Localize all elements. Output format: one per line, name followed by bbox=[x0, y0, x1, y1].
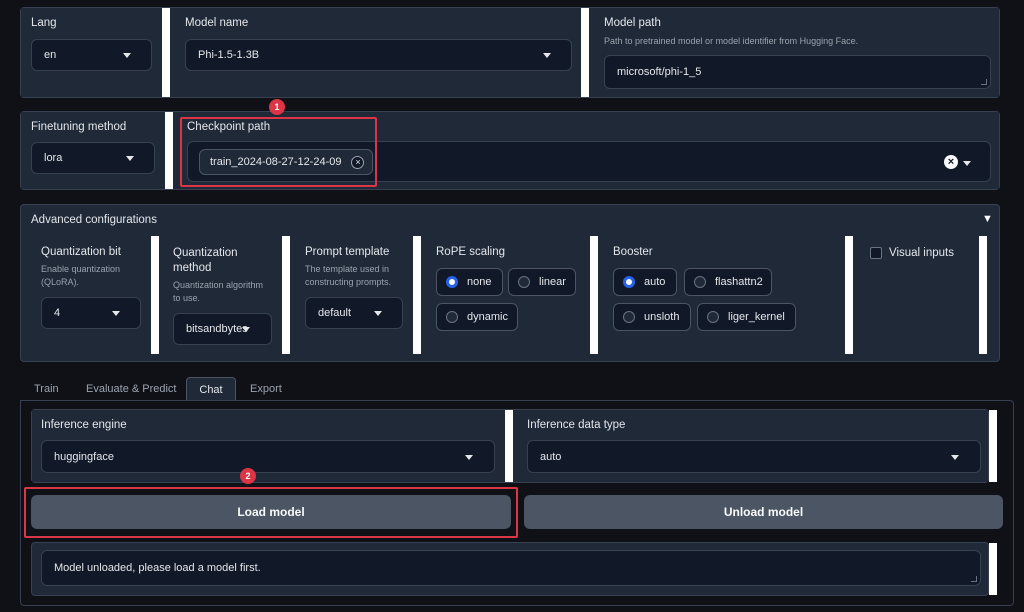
info-text: Model unloaded, please load a model firs… bbox=[54, 562, 261, 574]
engine-label: Inference engine bbox=[41, 419, 127, 431]
column-divider bbox=[282, 236, 290, 354]
column-divider bbox=[413, 236, 421, 354]
annotation-box-load bbox=[24, 487, 518, 538]
quant-bit-label: Quantization bit bbox=[41, 246, 121, 258]
booster-option-label: flashattn2 bbox=[715, 276, 763, 288]
radio-unselected-icon bbox=[518, 276, 530, 288]
model-name-value: Phi-1.5-1.3B bbox=[198, 49, 260, 61]
column-divider bbox=[845, 236, 853, 354]
column-divider bbox=[590, 236, 598, 354]
dtype-value: auto bbox=[540, 450, 562, 463]
visual-inputs-label: Visual inputs bbox=[889, 247, 954, 259]
chevron-down-icon bbox=[374, 311, 382, 316]
model-path-label: Model path bbox=[604, 17, 661, 29]
column-divider bbox=[151, 236, 159, 354]
clear-icon[interactable]: × bbox=[944, 155, 958, 169]
tab-train[interactable]: Train bbox=[34, 377, 59, 401]
column-divider bbox=[505, 410, 513, 482]
lang-label: Lang bbox=[31, 17, 57, 29]
radio-unselected-icon bbox=[623, 311, 635, 323]
column-divider bbox=[989, 543, 997, 595]
radio-selected-icon bbox=[446, 276, 458, 288]
booster-option-label: auto bbox=[644, 276, 666, 288]
booster-option-unsloth[interactable]: unsloth bbox=[613, 303, 691, 331]
unload-model-button[interactable]: Unload model bbox=[524, 495, 1003, 529]
chevron-down-icon bbox=[465, 455, 473, 460]
prompt-template-info-line: The template used in bbox=[305, 264, 390, 274]
lang-dropdown[interactable]: en bbox=[31, 39, 152, 71]
resize-handle-icon[interactable] bbox=[981, 79, 987, 85]
column-divider bbox=[989, 410, 997, 482]
finetune-method-dropdown[interactable]: lora bbox=[31, 142, 155, 174]
tab-chat[interactable]: Chat bbox=[186, 377, 236, 401]
quant-method-info: Quantization algorithm to use. bbox=[173, 279, 263, 305]
quant-bit-info: Enable quantization (QLoRA). bbox=[41, 264, 121, 287]
prompt-template-value: default bbox=[318, 307, 352, 319]
rope-label: RoPE scaling bbox=[436, 246, 506, 258]
quant-method-label-line: Quantization bbox=[173, 247, 238, 259]
booster-option-liger-kernel[interactable]: liger_kernel bbox=[697, 303, 796, 331]
quant-method-value: bitsandbytes bbox=[186, 323, 248, 335]
quant-method-info-line: Quantization algorithm bbox=[173, 280, 264, 290]
quant-method-label: Quantization method bbox=[173, 246, 238, 276]
model-path-info: Path to pretrained model or model identi… bbox=[604, 36, 859, 46]
booster-option-label: unsloth bbox=[644, 311, 680, 323]
chevron-down-icon bbox=[963, 161, 971, 166]
resize-handle-icon[interactable] bbox=[971, 576, 977, 582]
tab-evaluate-predict[interactable]: Evaluate & Predict bbox=[86, 377, 177, 401]
booster-label: Booster bbox=[613, 246, 653, 258]
info-output[interactable]: Model unloaded, please load a model firs… bbox=[41, 550, 981, 586]
rope-option-none[interactable]: none bbox=[436, 268, 503, 296]
booster-option-label: liger_kernel bbox=[728, 311, 785, 323]
rope-option-label: linear bbox=[539, 276, 566, 288]
quant-method-dropdown[interactable]: bitsandbytes bbox=[173, 313, 272, 345]
chevron-down-icon bbox=[112, 311, 120, 316]
engine-value: huggingface bbox=[54, 450, 114, 463]
dtype-label: Inference data type bbox=[527, 419, 626, 431]
column-divider bbox=[581, 8, 589, 97]
chevron-down-icon bbox=[123, 53, 131, 58]
finetune-method-value: lora bbox=[44, 152, 63, 164]
rope-option-linear[interactable]: linear bbox=[508, 268, 576, 296]
rope-option-label: dynamic bbox=[467, 311, 508, 323]
engine-dropdown[interactable]: huggingface bbox=[41, 440, 495, 473]
prompt-template-dropdown[interactable]: default bbox=[305, 297, 403, 329]
prompt-template-info-line: constructing prompts. bbox=[305, 277, 392, 287]
rope-option-dynamic[interactable]: dynamic bbox=[436, 303, 518, 331]
finetune-method-label: Finetuning method bbox=[31, 121, 127, 133]
dtype-dropdown[interactable]: auto bbox=[527, 440, 981, 473]
quant-method-info-line: to use. bbox=[173, 293, 201, 303]
advanced-title: Advanced configurations bbox=[31, 214, 157, 226]
collapse-toggle-icon[interactable]: ▼ bbox=[982, 213, 993, 225]
annotation-marker: 2 bbox=[240, 468, 256, 484]
radio-unselected-icon bbox=[694, 276, 706, 288]
chevron-down-icon bbox=[242, 327, 250, 332]
model-name-label: Model name bbox=[185, 17, 249, 29]
tab-export[interactable]: Export bbox=[250, 377, 282, 401]
quant-method-label-line: method bbox=[173, 262, 212, 274]
model-path-value: microsoft/phi-1_5 bbox=[617, 66, 702, 78]
model-name-dropdown[interactable]: Phi-1.5-1.3B bbox=[185, 39, 572, 71]
column-divider bbox=[979, 236, 987, 354]
radio-unselected-icon bbox=[446, 311, 458, 323]
column-divider bbox=[162, 8, 170, 97]
rope-option-label: none bbox=[467, 276, 492, 288]
visual-inputs-checkbox[interactable] bbox=[870, 247, 882, 259]
model-path-input[interactable]: microsoft/phi-1_5 bbox=[604, 55, 991, 89]
chevron-down-icon bbox=[543, 53, 551, 58]
prompt-template-label: Prompt template bbox=[305, 246, 390, 258]
radio-unselected-icon bbox=[707, 311, 719, 323]
booster-option-auto[interactable]: auto bbox=[613, 268, 677, 296]
quant-bit-value: 4 bbox=[54, 307, 61, 319]
radio-selected-icon bbox=[623, 276, 635, 288]
chevron-down-icon bbox=[951, 455, 959, 460]
prompt-template-info: The template used in constructing prompt… bbox=[305, 263, 391, 289]
column-divider bbox=[165, 112, 173, 189]
quant-bit-dropdown[interactable]: 4 bbox=[41, 297, 141, 329]
booster-option-flashattn2[interactable]: flashattn2 bbox=[684, 268, 772, 296]
annotation-box-checkpoint bbox=[180, 117, 377, 187]
annotation-marker: 1 bbox=[269, 99, 285, 115]
lang-value: en bbox=[44, 49, 57, 61]
chevron-down-icon bbox=[126, 156, 134, 161]
